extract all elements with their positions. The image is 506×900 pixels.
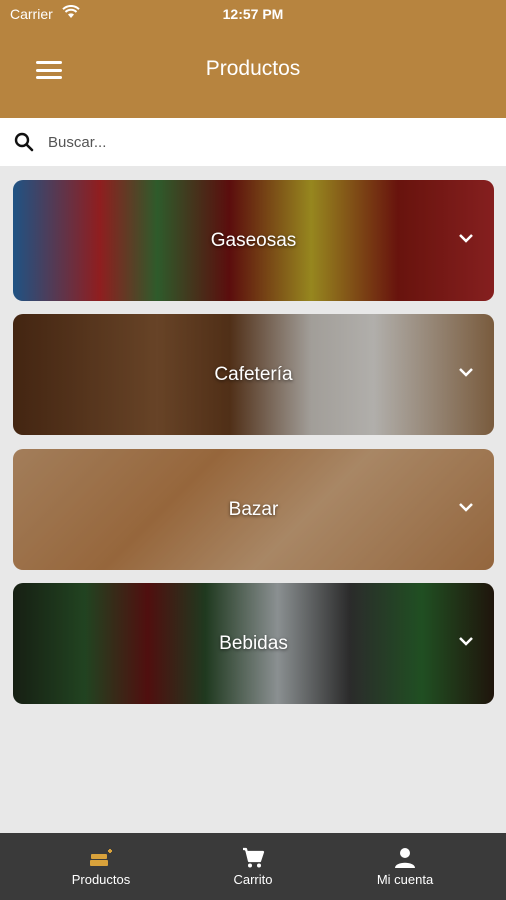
search-input[interactable]: [48, 128, 488, 156]
app-header: Carrier 12:57 PM Productos: [0, 0, 506, 118]
category-gaseosas[interactable]: Gaseosas: [13, 180, 494, 301]
category-bazar[interactable]: Bazar: [13, 449, 494, 570]
status-bar: Carrier 12:57 PM: [0, 0, 506, 28]
nav-label: Productos: [71, 871, 131, 887]
chevron-down-icon[interactable]: [458, 501, 474, 513]
search-bar: [0, 118, 506, 166]
search-icon: [14, 132, 34, 152]
cart-icon: [243, 847, 265, 867]
chevron-down-icon[interactable]: [458, 232, 474, 244]
category-label: Bazar: [228, 499, 279, 520]
category-cafeteria[interactable]: Cafetería: [13, 314, 494, 435]
nav-label: Mi cuenta: [376, 871, 434, 887]
nav-label: Carrito: [233, 871, 273, 887]
category-bebidas[interactable]: Bebidas: [13, 583, 494, 704]
products-icon: [90, 848, 112, 866]
status-time: 12:57 PM: [222, 6, 284, 22]
chevron-down-icon[interactable]: [458, 635, 474, 647]
category-label: Bebidas: [219, 633, 288, 654]
nav-item-productos[interactable]: Productos: [17, 833, 185, 900]
nav-item-mi-cuenta[interactable]: Mi cuenta: [321, 833, 489, 900]
category-label: Gaseosas: [210, 230, 297, 251]
bottom-nav: Productos Carrito Mi cuenta: [0, 833, 506, 900]
nav-item-carrito[interactable]: Carrito: [169, 833, 337, 900]
category-label: Cafetería: [214, 364, 293, 385]
page-title: Productos: [205, 57, 301, 80]
chevron-down-icon[interactable]: [458, 366, 474, 378]
account-icon: [395, 847, 415, 868]
